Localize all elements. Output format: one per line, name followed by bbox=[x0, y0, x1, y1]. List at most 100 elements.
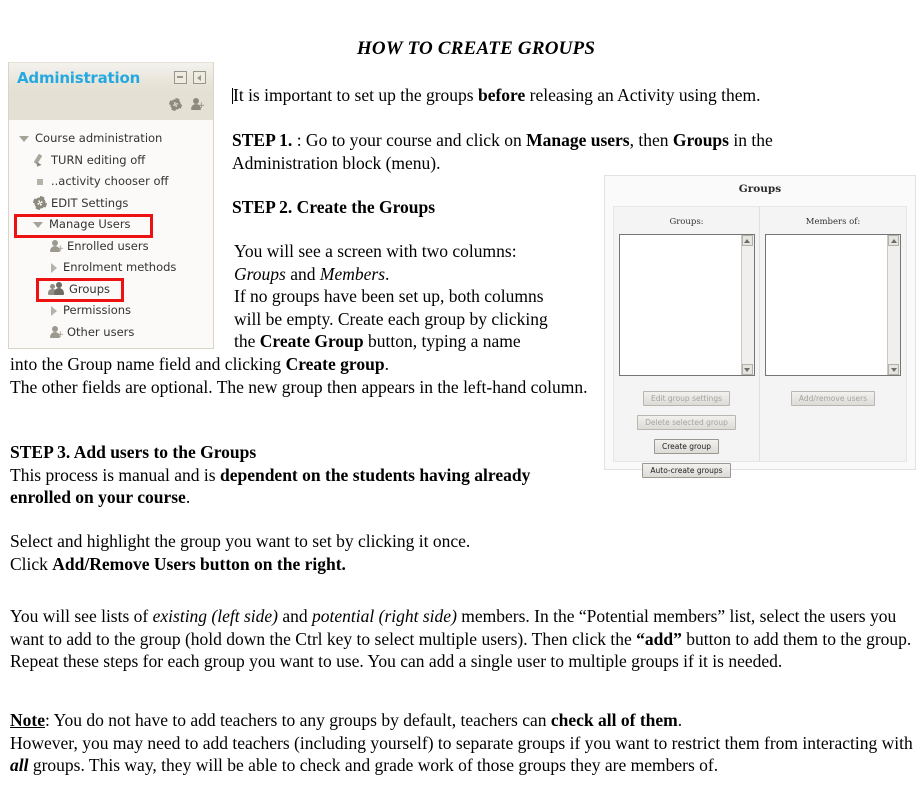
delete-selected-group-button[interactable]: Delete selected group bbox=[637, 415, 736, 430]
administration-block-screenshot: Administration + Course administration T… bbox=[8, 62, 214, 349]
administration-block-subbar: + bbox=[9, 96, 213, 120]
sidebar-item-turn-editing-off[interactable]: TURN editing off bbox=[9, 150, 213, 172]
col-line1: You will see a screen with two columns: bbox=[234, 241, 517, 261]
col-and: and bbox=[285, 263, 320, 284]
sidebar-item-label: Permissions bbox=[63, 303, 132, 317]
lists-existing-em: existing (left side) bbox=[152, 606, 279, 626]
step1-label: STEP 1. bbox=[232, 130, 293, 150]
groups-listbox[interactable] bbox=[618, 234, 755, 376]
sidebar-item-label: Manage Users bbox=[49, 217, 131, 231]
gear-icon[interactable] bbox=[169, 98, 182, 111]
sidebar-item-permissions[interactable]: Permissions bbox=[9, 300, 213, 322]
col-line4: will be empty. Create each group by clic… bbox=[234, 308, 548, 329]
col-line3: If no groups have been set up, both colu… bbox=[234, 286, 544, 306]
step3-text-c: . bbox=[185, 487, 191, 507]
after-create-group: Create group bbox=[285, 354, 385, 374]
heading-step2: STEP 2. Create the Groups bbox=[232, 197, 436, 217]
step3-text-a: This process is manual and is bbox=[10, 464, 220, 485]
sidebar-item-label: ..activity chooser off bbox=[51, 174, 169, 188]
collapse-icon[interactable] bbox=[174, 71, 187, 84]
sidebar-item-enrolment-methods[interactable]: Enrolment methods bbox=[9, 257, 213, 279]
members-listbox[interactable] bbox=[765, 234, 901, 376]
members-list-label: Members of: bbox=[805, 217, 861, 227]
sidebar-item-activity-chooser-off[interactable]: ..activity chooser off bbox=[9, 171, 213, 193]
caret-down-icon bbox=[19, 135, 29, 142]
lists-potential-em: potential (right side) bbox=[312, 606, 457, 626]
sidebar-item-course-administration[interactable]: Course administration bbox=[9, 128, 213, 150]
add-user-icon[interactable]: + bbox=[191, 98, 205, 111]
after-text-c: . bbox=[384, 354, 389, 374]
after-text-d: The other fields are optional. The new g… bbox=[10, 376, 588, 397]
note-text-f: groups. This way, they will be able to c… bbox=[28, 755, 719, 775]
sidebar-item-manage-users[interactable]: Manage Users bbox=[9, 214, 213, 236]
sidebar-item-label: EDIT Settings bbox=[51, 195, 129, 210]
groups-right-column: Members of: Add/remove users bbox=[760, 207, 906, 461]
groups-page-screenshot: Groups Groups: Edit group settings Delet… bbox=[604, 175, 916, 478]
caret-right-icon bbox=[51, 262, 57, 273]
note-text-d: However, you may need to add teachers (i… bbox=[10, 732, 913, 753]
select-add-remove: Add/Remove Users button on the right. bbox=[52, 553, 346, 574]
note-text-c: . bbox=[677, 710, 683, 730]
col-create-group-label: Create Group bbox=[259, 331, 364, 351]
intro-text-before: before bbox=[477, 85, 526, 105]
pencil-icon bbox=[33, 153, 47, 167]
sidebar-item-label: Enrolment methods bbox=[63, 260, 177, 274]
sidebar-item-groups[interactable]: Groups bbox=[9, 279, 213, 301]
select-line1: Select and highlight the group you want … bbox=[10, 531, 471, 551]
groups-left-button-group: Edit group settings Delete selected grou… bbox=[614, 386, 759, 482]
scroll-up-icon[interactable] bbox=[741, 235, 753, 246]
note-label: Note bbox=[10, 710, 45, 730]
groups-right-button-group: Add/remove users bbox=[760, 386, 906, 410]
square-bullet-icon bbox=[37, 178, 43, 185]
note-text-a: : You do not have to add teachers to any… bbox=[44, 710, 551, 730]
administration-header-icon-group bbox=[174, 71, 206, 84]
heading-step3: STEP 3. Add users to the Groups bbox=[10, 442, 257, 462]
sidebar-item-label: Other users bbox=[67, 324, 135, 339]
paragraph-member-lists: You will see lists of existing (left sid… bbox=[10, 605, 915, 673]
paragraph-select-group: Select and highlight the group you want … bbox=[10, 530, 590, 575]
step1-text-a: : Go to your course and click on bbox=[292, 130, 527, 150]
paragraph-after-create: into the Group name field and clicking C… bbox=[10, 353, 600, 398]
col-period: . bbox=[385, 263, 390, 284]
groups-list-label: Groups: bbox=[669, 217, 704, 227]
note-all-em: all bbox=[10, 755, 29, 775]
caret-right-icon bbox=[51, 305, 57, 316]
create-group-button[interactable]: Create group bbox=[653, 439, 720, 454]
sidebar-item-other-users[interactable]: + Other users bbox=[9, 322, 213, 344]
step1-groups: Groups bbox=[672, 130, 729, 150]
col-members-em: Members bbox=[319, 263, 386, 284]
scroll-down-icon[interactable] bbox=[741, 364, 753, 375]
intro-text-a: It is important to set up the groups bbox=[233, 85, 478, 105]
people-icon bbox=[48, 282, 65, 296]
col-groups-em: Groups bbox=[234, 263, 286, 284]
person-add-icon: + bbox=[49, 239, 64, 254]
page-title-text: HOW TO CREATE GROUPS bbox=[356, 38, 596, 59]
paragraph-intro: It is important to set up the groups bef… bbox=[232, 84, 902, 107]
dock-icon[interactable] bbox=[193, 71, 206, 84]
groups-left-column: Groups: Edit group settings Delete selec… bbox=[614, 207, 760, 478]
sidebar-item-enrolled-users[interactable]: + Enrolled users bbox=[9, 236, 213, 258]
add-remove-users-button[interactable]: Add/remove users bbox=[790, 391, 876, 406]
intro-text-c: releasing an Activity using them. bbox=[525, 85, 761, 105]
administration-nav-tree: Course administration TURN editing off .… bbox=[9, 120, 213, 348]
select-line2a: Click bbox=[10, 553, 53, 574]
caret-down-icon bbox=[33, 221, 43, 228]
col-line5a: the bbox=[234, 331, 260, 351]
gear-icon bbox=[33, 196, 47, 210]
paragraph-note: Note: You do not have to add teachers to… bbox=[10, 709, 915, 777]
step1-manage-users: Manage users bbox=[526, 130, 630, 150]
scroll-up-icon[interactable] bbox=[888, 235, 899, 246]
groups-listbox-scrollbar[interactable] bbox=[740, 235, 754, 375]
person-add-icon: + bbox=[49, 325, 64, 340]
members-listbox-scrollbar[interactable] bbox=[887, 235, 900, 375]
auto-create-groups-button[interactable]: Auto-create groups bbox=[642, 463, 731, 478]
note-check-all: check all of them bbox=[550, 710, 678, 730]
groups-page-title: Groups bbox=[738, 183, 782, 195]
edit-group-settings-button[interactable]: Edit group settings bbox=[643, 391, 730, 406]
lists-text-a: You will see lists of bbox=[10, 606, 153, 626]
page-title: HOW TO CREATE GROUPS bbox=[0, 38, 922, 60]
col-line5c: button, typing a name bbox=[363, 331, 521, 351]
administration-subbar-icon-group: + bbox=[169, 98, 205, 111]
scroll-down-icon[interactable] bbox=[888, 364, 899, 375]
sidebar-item-edit-settings[interactable]: EDIT Settings bbox=[9, 193, 213, 215]
